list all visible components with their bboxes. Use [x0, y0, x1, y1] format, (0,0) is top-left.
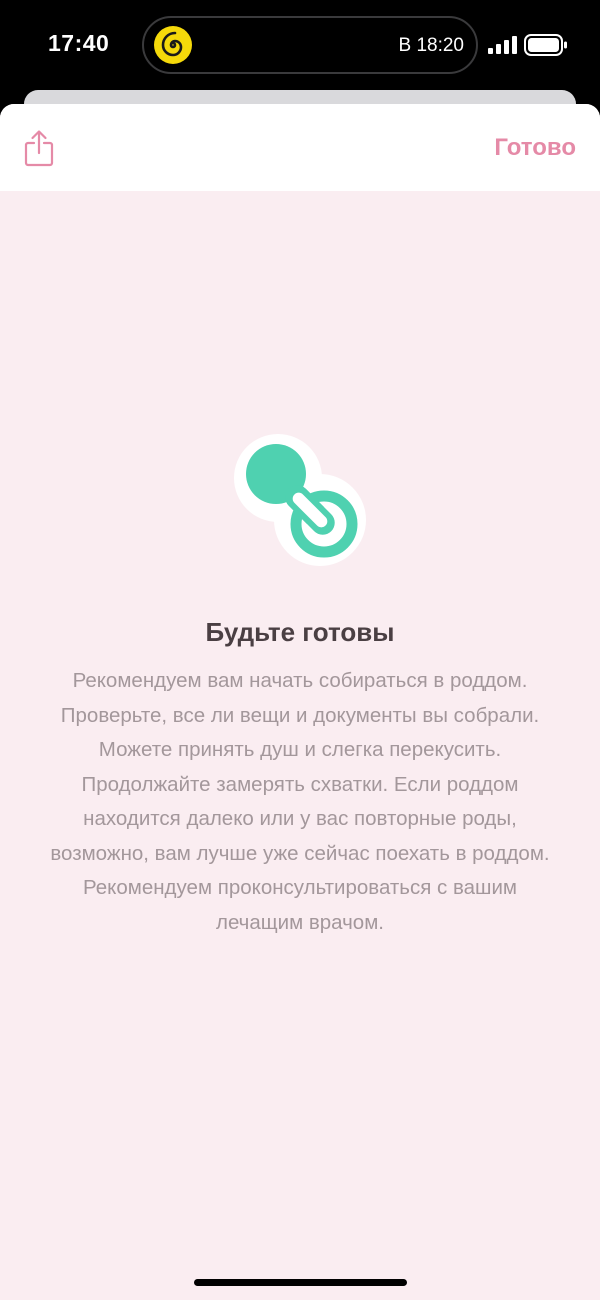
- live-activity-text: В 18:20: [398, 35, 465, 56]
- share-icon: [24, 130, 54, 167]
- battery-icon: [524, 34, 567, 56]
- status-time: 17:40: [48, 30, 110, 56]
- pacifier-icon-container: [232, 434, 368, 570]
- status-bar: 17:40 В 18:20: [0, 0, 600, 92]
- home-indicator[interactable]: [194, 1279, 407, 1286]
- modal-sheet: Готово Будьте готовы Рекомендуем вам нач…: [0, 104, 600, 1300]
- done-button[interactable]: Готово: [494, 134, 576, 162]
- sheet-header: Готово: [0, 104, 600, 191]
- spiral-icon: [154, 26, 192, 64]
- share-button[interactable]: [20, 126, 58, 170]
- dynamic-island[interactable]: В 18:20: [142, 16, 478, 74]
- pacifier-icon: [234, 434, 366, 566]
- cellular-signal-icon: [488, 36, 517, 54]
- content-title: Будьте готовы: [205, 617, 395, 647]
- content-description: Рекомендуем вам начать собираться в родд…: [50, 669, 550, 934]
